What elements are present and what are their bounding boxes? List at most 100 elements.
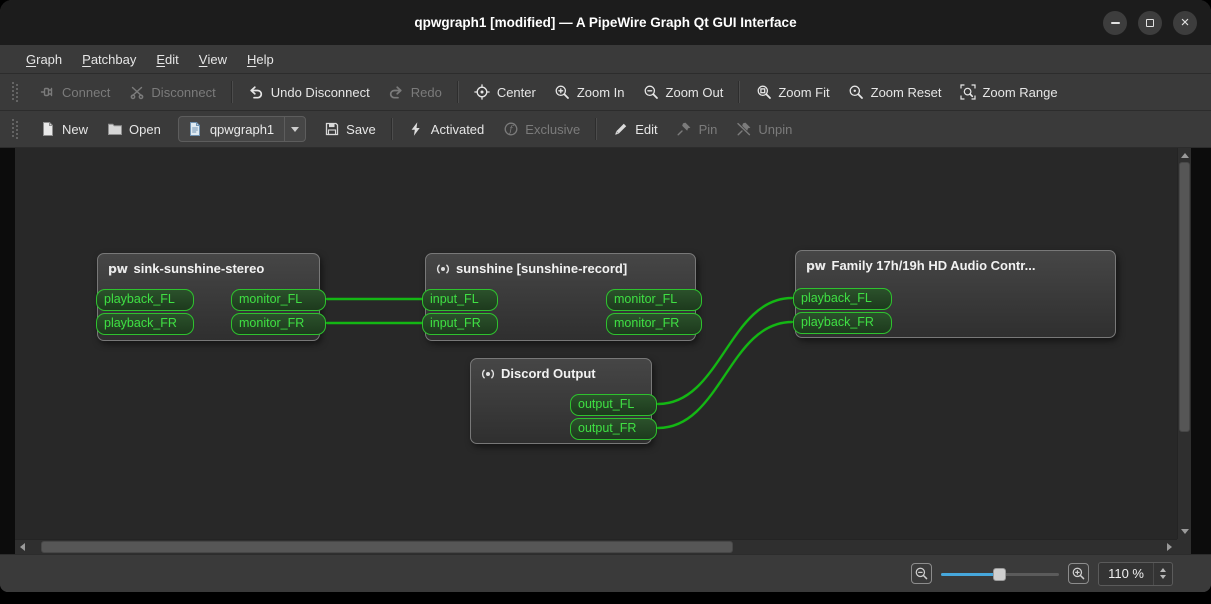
menu-help-accel: H bbox=[246, 51, 257, 67]
port-sink-playback-fr[interactable]: playback_FR bbox=[96, 313, 194, 335]
toolbar-drag-handle[interactable] bbox=[12, 82, 20, 102]
port-family-playback-fl[interactable]: playback_FL bbox=[793, 288, 892, 310]
port-sunshine-input-fr[interactable]: input_FR bbox=[422, 313, 498, 335]
patchbay-profile-combobox[interactable]: qpwgraph1 bbox=[177, 116, 307, 142]
close-button[interactable]: × bbox=[1173, 10, 1197, 35]
zoom-reset-button[interactable]: Zoom Reset bbox=[839, 78, 951, 106]
maximize-button[interactable] bbox=[1138, 10, 1162, 35]
port-sunshine-monitor-fr[interactable]: monitor_FR bbox=[606, 313, 702, 335]
horizontal-scrollbar-track[interactable] bbox=[29, 540, 1163, 554]
menu-edit[interactable]: Edit bbox=[146, 45, 188, 73]
toolbar-drag-handle[interactable] bbox=[12, 119, 20, 139]
menu-patchbay-label: atchbay bbox=[90, 51, 137, 67]
zoom-in-icon bbox=[554, 84, 571, 101]
titlebar: qpwgraph1 [modified] — A PipeWire Graph … bbox=[0, 0, 1211, 45]
port-discord-output-fr[interactable]: output_FR bbox=[570, 418, 657, 440]
menu-view[interactable]: View bbox=[189, 45, 237, 73]
combobox-dropdown-arrow[interactable] bbox=[284, 117, 305, 141]
menu-patchbay[interactable]: Patchbay bbox=[72, 45, 146, 73]
horizontal-scrollbar[interactable] bbox=[15, 539, 1177, 554]
statusbar-zoom-out-button[interactable] bbox=[911, 563, 933, 584]
new-button[interactable]: New bbox=[30, 115, 97, 143]
statusbar: 110 % bbox=[0, 554, 1211, 592]
unpin-icon bbox=[735, 121, 752, 138]
zoom-slider-thumb[interactable] bbox=[993, 567, 1007, 581]
exclusive-button[interactable]: f Exclusive bbox=[493, 115, 589, 143]
open-button[interactable]: Open bbox=[97, 115, 170, 143]
undo-disconnect-button[interactable]: Undo Disconnect bbox=[239, 78, 379, 106]
patchbay-file-icon bbox=[187, 121, 204, 138]
node-header: Discord Output bbox=[471, 359, 651, 381]
toolbar-separator bbox=[738, 81, 741, 103]
menu-graph-accel: G bbox=[26, 51, 37, 67]
zoom-range-label: Zoom Range bbox=[982, 84, 1058, 100]
arrow-up-icon bbox=[1180, 149, 1189, 158]
save-button[interactable]: Save bbox=[314, 115, 385, 143]
pin-label: Pin bbox=[698, 121, 718, 137]
disconnect-button[interactable]: Disconnect bbox=[119, 78, 224, 106]
edit-button[interactable]: Edit bbox=[603, 115, 666, 143]
connections-layer bbox=[325, 296, 794, 430]
zoom-reset-icon bbox=[848, 84, 865, 101]
save-label: Save bbox=[346, 121, 376, 137]
canvas-right-margin bbox=[1191, 148, 1211, 539]
spin-down-icon[interactable] bbox=[1160, 575, 1166, 582]
canvas-left-margin bbox=[0, 539, 15, 554]
app-window: qpwgraph1 [modified] — A PipeWire Graph … bbox=[0, 0, 1211, 592]
horizontal-scrollbar-thumb[interactable] bbox=[41, 541, 733, 553]
exclusive-icon: f bbox=[502, 121, 519, 138]
redo-button[interactable]: Redo bbox=[379, 78, 451, 106]
undo-disconnect-label: Undo Disconnect bbox=[270, 84, 370, 100]
scroll-up-button[interactable] bbox=[1178, 148, 1191, 162]
node-sink-sunshine-stereo[interactable]: pw sink-sunshine-stereo playback_FL play… bbox=[96, 253, 326, 341]
zoom-fit-label: Zoom Fit bbox=[778, 84, 830, 100]
connect-icon bbox=[39, 84, 56, 101]
node-sunshine-record[interactable]: sunshine [sunshine-record] input_FL inpu… bbox=[422, 253, 702, 341]
zoom-range-icon bbox=[959, 84, 976, 101]
unpin-button[interactable]: Unpin bbox=[726, 115, 801, 143]
stream-icon bbox=[436, 262, 450, 276]
vertical-scrollbar-track[interactable] bbox=[1178, 162, 1191, 525]
port-sink-monitor-fr[interactable]: monitor_FR bbox=[231, 313, 326, 335]
port-sink-playback-fl[interactable]: playback_FL bbox=[96, 289, 194, 311]
node-discord-output[interactable]: Discord Output output_FL output_FR bbox=[470, 358, 657, 444]
node-family-hd-audio[interactable]: pw Family 17h/19h HD Audio Contr... play… bbox=[793, 250, 1116, 338]
menu-help-label: elp bbox=[256, 51, 274, 67]
toolbar-separator bbox=[230, 81, 233, 103]
scroll-left-button[interactable] bbox=[15, 540, 29, 554]
port-sink-monitor-fl[interactable]: monitor_FL bbox=[231, 289, 326, 311]
scrollbar-corner bbox=[1177, 539, 1191, 554]
connect-button[interactable]: Connect bbox=[30, 78, 119, 106]
zoom-out-icon bbox=[643, 84, 660, 101]
zoom-slider[interactable] bbox=[941, 565, 1060, 583]
vertical-scrollbar-thumb[interactable] bbox=[1179, 162, 1190, 432]
activated-label: Activated bbox=[430, 121, 485, 137]
svg-text:f: f bbox=[508, 124, 514, 135]
chevron-down-icon bbox=[291, 127, 300, 136]
menubar: Graph Patchbay Edit View Help bbox=[0, 45, 1211, 74]
zoom-spinbox[interactable]: 110 % bbox=[1098, 561, 1173, 586]
zoom-in-button[interactable]: Zoom In bbox=[545, 78, 634, 106]
center-button[interactable]: Center bbox=[465, 78, 545, 106]
maximize-icon bbox=[1146, 18, 1154, 27]
vertical-scrollbar[interactable] bbox=[1177, 148, 1191, 539]
minimize-button[interactable] bbox=[1103, 10, 1127, 35]
pin-button[interactable]: Pin bbox=[667, 115, 727, 143]
spin-up-icon[interactable] bbox=[1160, 565, 1166, 572]
menu-edit-label: dit bbox=[165, 51, 179, 67]
graph-canvas[interactable]: pw sink-sunshine-stereo playback_FL play… bbox=[15, 148, 1177, 539]
activated-button[interactable]: Activated bbox=[399, 115, 493, 143]
port-sunshine-input-fl[interactable]: input_FL bbox=[422, 289, 498, 311]
zoom-out-button[interactable]: Zoom Out bbox=[634, 78, 733, 106]
port-discord-output-fl[interactable]: output_FL bbox=[570, 394, 657, 416]
zoom-range-button[interactable]: Zoom Range bbox=[950, 78, 1066, 106]
scroll-right-button[interactable] bbox=[1163, 540, 1177, 554]
open-folder-icon bbox=[106, 121, 123, 138]
port-family-playback-fr[interactable]: playback_FR bbox=[793, 312, 892, 334]
port-sunshine-monitor-fl[interactable]: monitor_FL bbox=[606, 289, 702, 311]
zoom-fit-button[interactable]: Zoom Fit bbox=[746, 78, 838, 106]
menu-help[interactable]: Help bbox=[237, 45, 284, 73]
menu-graph[interactable]: Graph bbox=[16, 45, 72, 73]
scroll-down-button[interactable] bbox=[1178, 525, 1191, 539]
statusbar-zoom-in-button[interactable] bbox=[1068, 563, 1090, 584]
